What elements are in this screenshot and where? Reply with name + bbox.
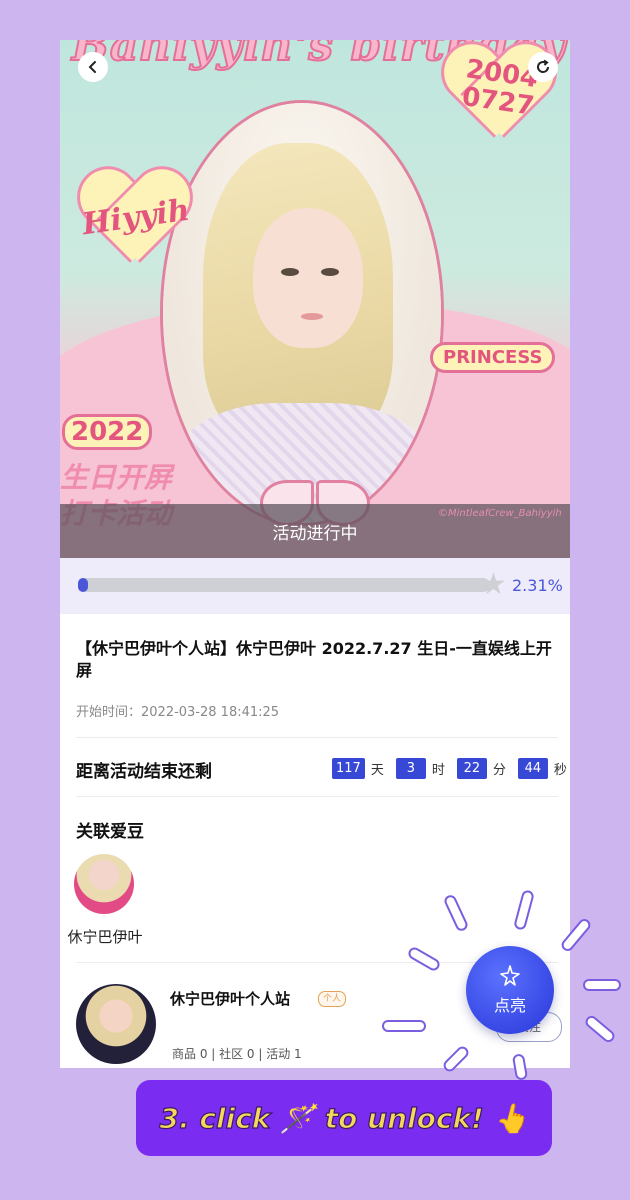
event-banner: Bahiyyih's birthday Hiyyih 2004 0727 PRI… — [60, 40, 570, 558]
sparkle-ray — [585, 981, 619, 989]
verified-badge-label: 个人 — [323, 994, 342, 1004]
event-status-text: 活动进行中 — [272, 523, 358, 544]
tutorial-hint-text: 3. click 🪄 to unlock! 👆 — [159, 1101, 529, 1135]
divider — [76, 796, 558, 797]
sparkle-ray — [585, 1016, 615, 1042]
countdown-hours: 3 — [395, 758, 426, 779]
phone-screen: Bahiyyih's birthday Hiyyih 2004 0727 PRI… — [60, 40, 570, 1068]
countdown-timer: 117 天 3 时 22 分 44 秒 — [328, 758, 567, 779]
progress-percent: 2.31% — [512, 576, 563, 595]
fan-station-stats: 商品 0 | 社区 0 | 活动 1 — [172, 1047, 302, 1061]
verified-badge: 个人 — [318, 991, 347, 1007]
countdown-seconds: 44 — [517, 758, 548, 779]
divider — [76, 737, 558, 738]
countdown-days-unit: 天 — [370, 763, 384, 778]
fan-station-avatar[interactable] — [76, 984, 156, 1064]
countdown-seconds-unit: 秒 — [553, 763, 567, 778]
light-up-label: 点亮 — [493, 996, 526, 1015]
sparkle-ray — [384, 1022, 424, 1030]
tutorial-hint: 3. click 🪄 to unlock! 👆 — [136, 1080, 552, 1156]
banner-watermark: ©MintleafCrew_Bahiyyih — [438, 508, 562, 519]
related-idol-heading: 关联爱豆 — [76, 822, 144, 842]
countdown-label: 距离活动结束还剩 — [76, 762, 212, 782]
portrait-photo — [160, 100, 444, 526]
event-start-time: 开始时间：2022-03-28 18:41:25 — [76, 705, 280, 720]
star-icon: ★ — [480, 567, 507, 602]
light-up-button[interactable]: 点亮 — [466, 946, 554, 1034]
fan-station-name[interactable]: 休宁巴伊叶个人站 — [170, 988, 290, 1009]
back-chevron-icon — [88, 61, 96, 73]
princess-tag: PRINCESS — [430, 342, 556, 373]
progress-track — [78, 578, 490, 592]
event-title: 【休宁巴伊叶个人站】休宁巴伊叶 2022.7.27 生日-一直娱线上开屏 — [76, 639, 552, 680]
back-button[interactable] — [78, 52, 108, 82]
countdown-days: 117 — [332, 758, 365, 779]
banner-promo-line1: 生日开屏 — [60, 461, 173, 494]
sparkle-wand-icon — [500, 965, 520, 986]
refresh-button[interactable] — [528, 52, 558, 82]
progress-section: ★ 2.31% — [60, 558, 570, 614]
countdown-minutes-unit: 分 — [492, 763, 506, 778]
idol-name[interactable]: 休宁巴伊叶 — [60, 926, 150, 947]
progress-fill — [78, 578, 89, 592]
countdown-hours-unit: 时 — [431, 763, 445, 778]
countdown-minutes: 22 — [456, 758, 487, 779]
banner-year: 2022 — [62, 414, 153, 450]
idol-avatar[interactable] — [74, 854, 134, 914]
refresh-icon — [537, 59, 550, 73]
